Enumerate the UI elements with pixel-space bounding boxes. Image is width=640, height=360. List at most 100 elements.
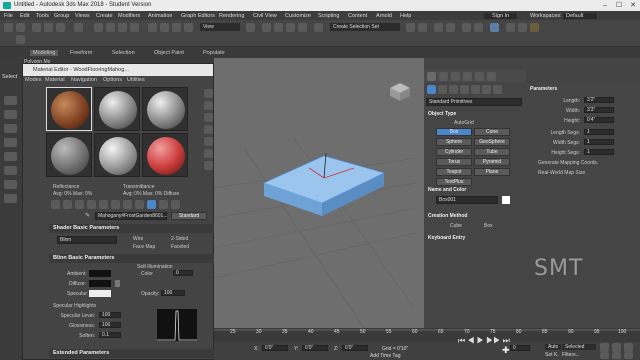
cube-radio[interactable]: Cube bbox=[450, 223, 462, 229]
select-filter-icon[interactable] bbox=[74, 23, 83, 32]
backlight-icon[interactable] bbox=[204, 101, 213, 110]
render-production-icon[interactable] bbox=[530, 23, 539, 32]
workspace-dropdown[interactable]: Default bbox=[563, 13, 598, 19]
object-name-field[interactable]: Box001 bbox=[436, 196, 498, 204]
face-map-checkbox[interactable]: Face Map bbox=[133, 244, 155, 250]
tool-3-icon[interactable] bbox=[4, 124, 17, 133]
wire-checkbox[interactable]: Wire bbox=[133, 236, 143, 242]
render-setup-icon[interactable] bbox=[506, 23, 515, 32]
menu-content[interactable]: Content bbox=[348, 13, 367, 19]
z-coord-field[interactable]: 0'0" bbox=[342, 345, 368, 351]
maximize-button[interactable]: ☐ bbox=[612, 0, 626, 11]
cone-button[interactable]: Cone bbox=[474, 128, 510, 136]
textplus-button[interactable]: TextPlus bbox=[436, 178, 472, 186]
place-icon[interactable] bbox=[184, 23, 193, 32]
view-dropdown[interactable]: View bbox=[200, 23, 240, 31]
options-icon[interactable] bbox=[204, 161, 213, 170]
ribbon-toggle-icon[interactable] bbox=[16, 35, 25, 44]
spacewarps-icon[interactable] bbox=[482, 85, 491, 94]
menu-views[interactable]: Views bbox=[75, 13, 90, 19]
create-tab-icon[interactable] bbox=[427, 72, 436, 81]
systems-icon[interactable] bbox=[493, 85, 502, 94]
mirror-icon[interactable] bbox=[406, 23, 415, 32]
utilities-tab-icon[interactable] bbox=[487, 72, 496, 81]
snap-icon[interactable] bbox=[262, 23, 271, 32]
display-tab-icon[interactable] bbox=[475, 72, 484, 81]
opacity-field[interactable]: 100 bbox=[161, 290, 185, 296]
length-segs-field[interactable]: 1 bbox=[584, 129, 614, 135]
minimize-button[interactable]: – bbox=[598, 0, 612, 11]
selected-dropdown[interactable]: Selected bbox=[562, 344, 597, 350]
percent-snap-icon[interactable] bbox=[286, 23, 295, 32]
geosphere-button[interactable]: GeoSphere bbox=[474, 138, 510, 146]
redo-icon[interactable] bbox=[16, 23, 25, 32]
shader-type-dropdown[interactable]: Blinn bbox=[57, 236, 117, 244]
name-color-header[interactable]: Name and Color bbox=[426, 186, 466, 194]
menu-navigation[interactable]: Navigation bbox=[71, 77, 97, 83]
blinn-basic-header[interactable]: Blinn Basic Parameters bbox=[49, 254, 214, 263]
edit-named-sel-icon[interactable] bbox=[314, 23, 323, 32]
diffuse-swatch[interactable] bbox=[89, 280, 111, 287]
window-crossing-icon[interactable] bbox=[130, 23, 139, 32]
video-color-check-icon[interactable] bbox=[204, 137, 213, 146]
go-to-parent-icon[interactable] bbox=[159, 200, 168, 209]
make-unique-icon[interactable] bbox=[99, 200, 108, 209]
autogrid-checkbox[interactable]: AutoGrid bbox=[454, 120, 474, 126]
fov-icon[interactable] bbox=[612, 352, 621, 359]
orbit-icon[interactable] bbox=[624, 343, 633, 352]
ambient-swatch[interactable] bbox=[89, 270, 111, 277]
current-frame-field[interactable]: 0 bbox=[510, 345, 530, 351]
go-forward-sibling-icon[interactable] bbox=[171, 200, 180, 209]
y-coord-field[interactable]: 0'0" bbox=[302, 345, 328, 351]
assign-to-selection-icon[interactable] bbox=[75, 200, 84, 209]
two-sided-checkbox[interactable]: 2-Sided bbox=[171, 236, 188, 242]
box-radio[interactable]: Box bbox=[484, 223, 493, 229]
spinner-snap-icon[interactable] bbox=[298, 23, 307, 32]
cameras-icon[interactable] bbox=[460, 85, 469, 94]
tab-modeling[interactable]: Modeling bbox=[30, 50, 59, 56]
bind-space-warp-icon[interactable] bbox=[56, 23, 65, 32]
reset-map-icon[interactable] bbox=[87, 200, 96, 209]
height-field[interactable]: 0'4" bbox=[584, 117, 614, 123]
pan-icon[interactable] bbox=[600, 352, 609, 359]
width-field[interactable]: 3'3" bbox=[584, 107, 614, 113]
put-to-library-icon[interactable] bbox=[111, 200, 120, 209]
soften-field[interactable]: 0.1 bbox=[99, 332, 121, 338]
tool-5-icon[interactable] bbox=[4, 152, 17, 161]
select-by-name-icon[interactable] bbox=[106, 23, 115, 32]
teapot-button[interactable]: Teapot bbox=[436, 168, 472, 176]
rect-selection-icon[interactable] bbox=[118, 23, 127, 32]
sphere-button[interactable]: Sphere bbox=[436, 138, 472, 146]
rotate-icon[interactable] bbox=[160, 23, 169, 32]
filters-button[interactable]: Filters... bbox=[562, 352, 580, 358]
x-coord-field[interactable]: 0'0" bbox=[262, 345, 288, 351]
faceted-checkbox[interactable]: Faceted bbox=[171, 244, 189, 250]
zoom-icon[interactable] bbox=[600, 343, 609, 352]
tab-object-paint[interactable]: Object Paint bbox=[154, 50, 184, 56]
tool-1-icon[interactable] bbox=[4, 96, 17, 105]
self-illum-color-field[interactable]: 0 bbox=[173, 270, 193, 276]
zoom-all-icon[interactable] bbox=[612, 343, 621, 352]
material-slot-1[interactable] bbox=[46, 87, 92, 131]
material-id-icon[interactable] bbox=[123, 200, 132, 209]
shader-basic-header[interactable]: Shader Basic Parameters bbox=[49, 224, 214, 233]
select-object-icon[interactable] bbox=[94, 23, 103, 32]
menu-graph-editors[interactable]: Graph Editors bbox=[181, 13, 215, 19]
key-icon[interactable]: ✚ bbox=[502, 345, 510, 356]
glossiness-field[interactable]: 100 bbox=[99, 322, 121, 328]
uv-tiling-icon[interactable] bbox=[204, 125, 213, 134]
align-icon[interactable] bbox=[418, 23, 427, 32]
undo-icon[interactable] bbox=[4, 23, 13, 32]
menu-customize[interactable]: Customize bbox=[285, 13, 311, 19]
background-icon[interactable] bbox=[204, 113, 213, 122]
gen-mapping-checkbox[interactable]: Generate Mapping Coords. bbox=[538, 160, 598, 166]
extended-params-header[interactable]: Extended Parameters bbox=[49, 349, 214, 358]
perspective-viewport[interactable] bbox=[214, 58, 416, 328]
plane-button[interactable]: Plane bbox=[474, 168, 510, 176]
menu-utilities[interactable]: Utilities bbox=[127, 77, 145, 83]
sample-type-icon[interactable] bbox=[204, 89, 213, 98]
link-icon[interactable] bbox=[32, 23, 41, 32]
select-label[interactable]: Select bbox=[2, 74, 17, 80]
material-slot-2[interactable] bbox=[94, 87, 140, 131]
make-preview-icon[interactable] bbox=[204, 149, 213, 158]
